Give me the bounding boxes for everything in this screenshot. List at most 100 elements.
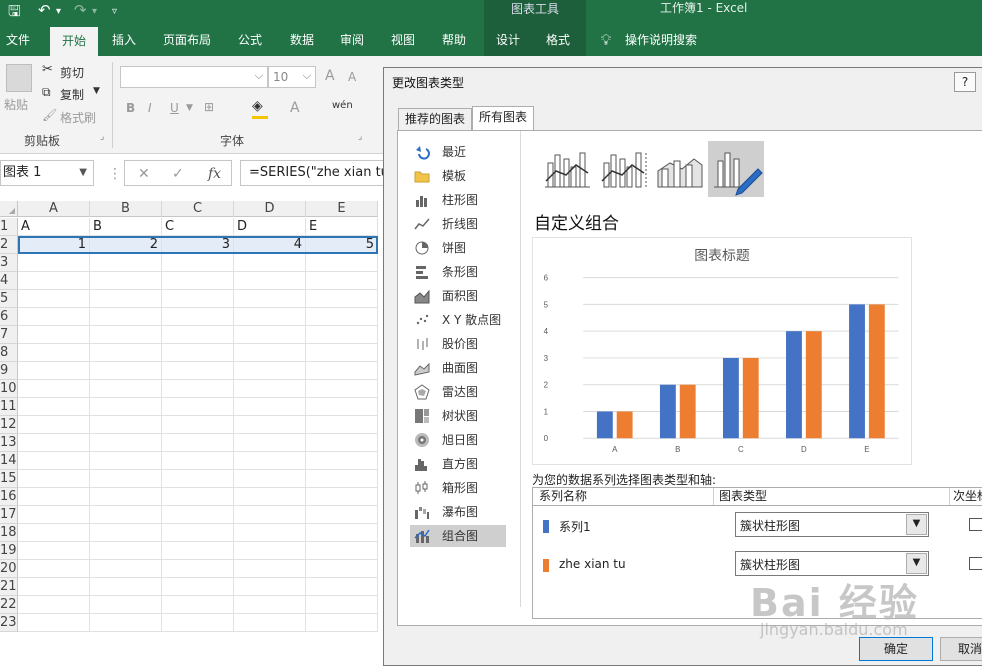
chart-category-item[interactable]: 柱形图 — [410, 189, 506, 211]
cell[interactable] — [162, 254, 234, 272]
cell[interactable] — [90, 578, 162, 596]
chart-category-item[interactable]: 曲面图 — [410, 357, 506, 379]
row-header[interactable]: 19 — [0, 542, 18, 560]
column-header-d[interactable]: D — [234, 201, 306, 217]
cell[interactable]: E — [306, 218, 378, 236]
row-header[interactable]: 8 — [0, 344, 18, 362]
grow-font-button[interactable]: A — [325, 68, 335, 84]
cell[interactable] — [162, 542, 234, 560]
combo-area-column-thumbnail[interactable] — [652, 141, 708, 197]
cell[interactable] — [162, 560, 234, 578]
tab-page-layout[interactable]: 页面布局 — [158, 24, 216, 56]
font-launcher-icon[interactable]: ⌟ — [358, 132, 362, 142]
bold-button[interactable]: B — [126, 101, 135, 115]
cell[interactable] — [90, 326, 162, 344]
cell[interactable] — [18, 290, 90, 308]
font-color-button[interactable]: A — [290, 100, 300, 116]
cell[interactable] — [306, 542, 378, 560]
cell[interactable] — [234, 542, 306, 560]
row-header[interactable]: 6 — [0, 308, 18, 326]
name-box[interactable]: 图表 1 ▼ — [0, 160, 94, 186]
help-button[interactable]: ? — [954, 72, 976, 92]
cell[interactable] — [18, 434, 90, 452]
column-header-e[interactable]: E — [306, 201, 378, 217]
cell[interactable] — [18, 542, 90, 560]
cell[interactable] — [234, 308, 306, 326]
cell[interactable] — [306, 290, 378, 308]
chart-category-item[interactable]: 股价图 — [410, 333, 506, 355]
cell[interactable] — [90, 416, 162, 434]
cell[interactable] — [18, 596, 90, 614]
paste-button[interactable]: 粘贴 — [4, 96, 28, 113]
shrink-font-button[interactable]: A — [348, 70, 356, 84]
cell[interactable] — [18, 416, 90, 434]
cell[interactable] — [18, 254, 90, 272]
row-header[interactable]: 7 — [0, 326, 18, 344]
combo-column-line-thumbnail[interactable] — [540, 141, 596, 197]
cell[interactable] — [162, 506, 234, 524]
underline-button[interactable]: U — [170, 101, 179, 115]
cell[interactable] — [18, 344, 90, 362]
cell[interactable] — [234, 380, 306, 398]
formula-input[interactable]: =SERIES("zhe xian tu", — [240, 160, 390, 186]
row-header[interactable]: 13 — [0, 434, 18, 452]
cell[interactable] — [90, 254, 162, 272]
cell[interactable] — [162, 308, 234, 326]
paste-icon[interactable] — [6, 64, 32, 92]
cell[interactable]: D — [234, 218, 306, 236]
row-header[interactable]: 15 — [0, 470, 18, 488]
row-header[interactable]: 12 — [0, 416, 18, 434]
chart-category-item[interactable]: 折线图 — [410, 213, 506, 235]
tab-insert[interactable]: 插入 — [106, 24, 142, 56]
worksheet-grid[interactable]: ◢ A B C D E 1 A B C D E 2 1 2 3 4 5 3 4 5 6 7 8 9 10 11 12 13 1… — [0, 196, 385, 666]
cell[interactable] — [306, 398, 378, 416]
cell[interactable] — [18, 506, 90, 524]
chart-category-item[interactable]: 箱形图 — [410, 477, 506, 499]
cell[interactable]: B — [90, 218, 162, 236]
cell[interactable] — [90, 524, 162, 542]
tab-formulas[interactable]: 公式 — [232, 24, 268, 56]
row-header[interactable]: 20 — [0, 560, 18, 578]
cell[interactable] — [90, 614, 162, 632]
cell[interactable] — [306, 470, 378, 488]
tab-recommended-charts[interactable]: 推荐的图表 — [398, 108, 473, 130]
chart-category-item[interactable]: 组合图 — [410, 525, 506, 547]
cell[interactable] — [306, 560, 378, 578]
cell[interactable] — [234, 344, 306, 362]
cell[interactable] — [18, 452, 90, 470]
row-header[interactable]: 9 — [0, 362, 18, 380]
tab-review[interactable]: 审阅 — [334, 24, 370, 56]
chart-category-item[interactable]: 模板 — [410, 165, 506, 187]
cell[interactable] — [18, 488, 90, 506]
tab-design[interactable]: 设计 — [490, 24, 526, 56]
chart-category-item[interactable]: 最近 — [410, 141, 506, 163]
cell[interactable] — [306, 506, 378, 524]
cell[interactable] — [162, 272, 234, 290]
fill-color-icon[interactable]: ◈ — [252, 98, 263, 114]
cancel-button[interactable]: 取消 — [940, 637, 982, 661]
row-header[interactable]: 14 — [0, 452, 18, 470]
cell[interactable] — [90, 290, 162, 308]
phonetic-guide-button[interactable]: wén — [332, 100, 353, 111]
tab-data[interactable]: 数据 — [284, 24, 320, 56]
cell[interactable] — [234, 362, 306, 380]
cell[interactable] — [162, 488, 234, 506]
cell[interactable] — [162, 578, 234, 596]
cell[interactable] — [90, 542, 162, 560]
cell[interactable] — [306, 614, 378, 632]
cell[interactable] — [234, 254, 306, 272]
cell[interactable] — [90, 560, 162, 578]
cell[interactable] — [18, 398, 90, 416]
chart-category-item[interactable]: 瀑布图 — [410, 501, 506, 523]
cell[interactable] — [18, 308, 90, 326]
cell[interactable] — [234, 506, 306, 524]
cell[interactable] — [162, 452, 234, 470]
cell[interactable] — [306, 326, 378, 344]
row-header[interactable]: 23 — [0, 614, 18, 632]
cell[interactable] — [234, 488, 306, 506]
chart-category-item[interactable]: 树状图 — [410, 405, 506, 427]
cell[interactable] — [162, 470, 234, 488]
cell[interactable] — [306, 596, 378, 614]
chevron-down-icon[interactable]: ▼ — [906, 553, 927, 574]
cell[interactable] — [234, 470, 306, 488]
